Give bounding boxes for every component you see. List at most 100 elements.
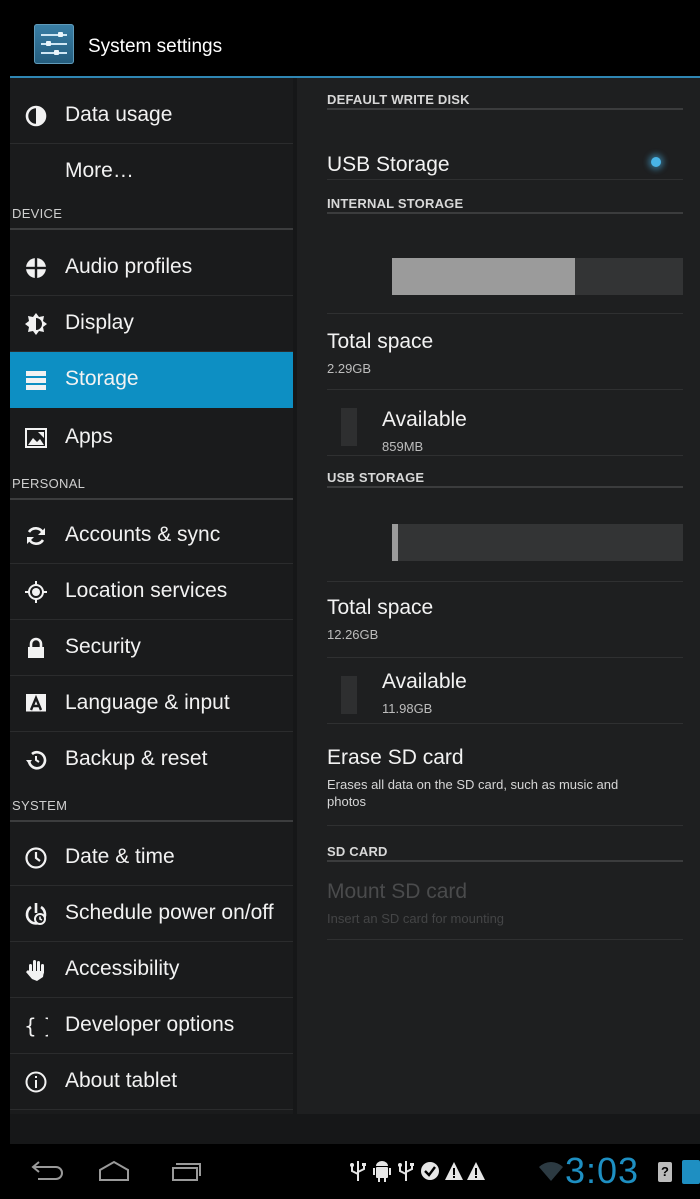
clock-icon bbox=[24, 846, 48, 870]
available-label: Available bbox=[382, 408, 467, 431]
section-header-internal-storage: INTERNAL STORAGE bbox=[327, 182, 683, 214]
sidebar-item-accessibility[interactable]: Accessibility bbox=[10, 942, 293, 998]
message-check-icon[interactable] bbox=[420, 1160, 440, 1182]
settings-app-icon[interactable] bbox=[34, 24, 74, 64]
status-clock[interactable]: 3:03 bbox=[565, 1150, 639, 1192]
sidebar-item-label: Backup & reset bbox=[65, 747, 208, 770]
sidebar-item-label: Developer options bbox=[65, 1013, 235, 1036]
sidebar-item-date-time[interactable]: Date & time bbox=[10, 830, 293, 886]
available-color-swatch bbox=[341, 408, 357, 446]
recent-apps-button[interactable] bbox=[164, 1159, 204, 1183]
internal-storage-usage-bar bbox=[392, 258, 683, 295]
mount-sd-card-summary: Insert an SD card for mounting bbox=[327, 911, 505, 926]
available-color-swatch bbox=[341, 676, 357, 714]
action-bar: System settings bbox=[10, 0, 700, 78]
sidebar-item-accounts-sync[interactable]: Accounts & sync bbox=[10, 508, 293, 564]
sidebar-item-developer-options[interactable]: { } Developer options bbox=[10, 998, 293, 1054]
apps-icon bbox=[24, 426, 48, 450]
android-debug-icon[interactable] bbox=[372, 1160, 392, 1182]
sidebar-item-audio-profiles[interactable]: Audio profiles bbox=[10, 240, 293, 296]
total-space-label: Total space bbox=[327, 330, 434, 353]
erase-sd-card-summary: Erases all data on the SD card, such as … bbox=[327, 777, 619, 809]
sidebar-item-security[interactable]: Security bbox=[10, 620, 293, 676]
sidebar-item-label: Location services bbox=[65, 579, 228, 602]
location-icon bbox=[24, 580, 48, 604]
category-system: SYSTEM bbox=[10, 792, 293, 822]
section-header-default-write-disk: DEFAULT WRITE DISK bbox=[327, 78, 683, 110]
sim-icon[interactable]: ? bbox=[658, 1162, 672, 1182]
total-space-value: 12.26GB bbox=[327, 627, 379, 642]
sidebar-item-display[interactable]: Display bbox=[10, 296, 293, 352]
warning-icon[interactable] bbox=[444, 1160, 464, 1182]
available-value: 859MB bbox=[382, 439, 424, 454]
category-label: PERSONAL bbox=[12, 476, 86, 491]
usb-storage-radio-row[interactable]: USB Storage bbox=[327, 112, 683, 180]
section-header-label: INTERNAL STORAGE bbox=[327, 196, 464, 211]
sidebar-item-schedule-power[interactable]: Schedule power on/off bbox=[10, 886, 293, 942]
erase-sd-card-title: Erase SD card bbox=[327, 746, 464, 769]
wifi-icon[interactable] bbox=[538, 1160, 564, 1182]
section-header-label: SD CARD bbox=[327, 844, 388, 859]
sidebar-item-label: More… bbox=[65, 159, 134, 182]
category-label: SYSTEM bbox=[12, 798, 68, 813]
internal-storage-used-fill bbox=[392, 258, 576, 295]
internal-available-row: Available 859MB bbox=[327, 392, 683, 456]
sidebar-item-data-usage[interactable]: Data usage bbox=[10, 88, 293, 144]
sidebar-item-label: Data usage bbox=[65, 103, 173, 126]
usb-total-space-row: Total space 12.26GB bbox=[327, 584, 683, 658]
sidebar-item-label: Security bbox=[65, 635, 141, 658]
sidebar-item-label: Accounts & sync bbox=[65, 523, 221, 546]
available-label: Available bbox=[382, 670, 467, 693]
audio-profiles-icon bbox=[24, 256, 48, 280]
sidebar-item-label: Language & input bbox=[65, 691, 230, 714]
usb-icon[interactable] bbox=[396, 1160, 416, 1182]
schedule-power-icon bbox=[24, 902, 48, 926]
display-icon bbox=[24, 312, 48, 336]
section-header-usb-storage: USB STORAGE bbox=[327, 456, 683, 488]
system-bar: 3:03 ? bbox=[10, 1144, 700, 1199]
category-device: DEVICE bbox=[10, 200, 293, 230]
warning-icon[interactable] bbox=[466, 1160, 486, 1182]
usb-available-row: Available 11.98GB bbox=[327, 660, 683, 724]
sidebar-item-more[interactable]: More… bbox=[10, 144, 293, 200]
sidebar-item-storage[interactable]: Storage bbox=[10, 352, 293, 408]
svg-text:{ }: { } bbox=[24, 1014, 48, 1038]
section-header-label: DEFAULT WRITE DISK bbox=[327, 92, 470, 107]
total-space-label: Total space bbox=[327, 596, 434, 619]
category-personal: PERSONAL bbox=[10, 470, 293, 500]
total-space-value: 2.29GB bbox=[327, 361, 372, 376]
section-header-label: USB STORAGE bbox=[327, 470, 425, 485]
backup-icon bbox=[24, 748, 48, 772]
usb-icon[interactable] bbox=[348, 1160, 368, 1182]
sidebar-item-language-input[interactable]: Language & input bbox=[10, 676, 293, 732]
available-value: 11.98GB bbox=[382, 701, 433, 716]
erase-sd-card-row[interactable]: Erase SD card Erases all data on the SD … bbox=[327, 726, 683, 826]
radio-selected-indicator[interactable] bbox=[651, 157, 661, 167]
storage-icon bbox=[24, 368, 48, 392]
settings-headers-list[interactable]: Data usage More… DEVICE Audio profiles D… bbox=[10, 78, 293, 1114]
sidebar-item-apps[interactable]: Apps bbox=[10, 410, 293, 466]
internal-storage-usage-row bbox=[327, 216, 683, 314]
sidebar-item-label: Audio profiles bbox=[65, 255, 193, 278]
sidebar-item-location-services[interactable]: Location services bbox=[10, 564, 293, 620]
usb-storage-usage-bar bbox=[392, 524, 683, 561]
sidebar-item-backup-reset[interactable]: Backup & reset bbox=[10, 732, 293, 788]
back-button[interactable] bbox=[26, 1159, 66, 1183]
sync-icon bbox=[24, 524, 48, 548]
battery-icon[interactable] bbox=[682, 1160, 700, 1184]
storage-pane[interactable]: DEFAULT WRITE DISK USB Storage INTERNAL … bbox=[297, 78, 700, 1114]
mount-sd-card-title: Mount SD card bbox=[327, 880, 468, 903]
usb-storage-option-label: USB Storage bbox=[327, 153, 450, 176]
sidebar-item-label: Accessibility bbox=[65, 957, 180, 980]
sidebar-item-label: Storage bbox=[65, 367, 139, 390]
sidebar-item-label: Display bbox=[65, 311, 134, 334]
usb-storage-usage-row bbox=[327, 490, 683, 582]
app-title: System settings bbox=[88, 36, 223, 57]
internal-total-space-row: Total space 2.29GB bbox=[327, 316, 683, 390]
sidebar-item-label: Schedule power on/off bbox=[65, 901, 274, 924]
sidebar-item-about-tablet[interactable]: About tablet bbox=[10, 1054, 293, 1110]
home-button[interactable] bbox=[94, 1159, 134, 1183]
sidebar-item-label: About tablet bbox=[65, 1069, 178, 1092]
lock-icon bbox=[24, 636, 48, 660]
settings-screen: System settings Data usage More… DEVICE … bbox=[10, 0, 700, 1199]
